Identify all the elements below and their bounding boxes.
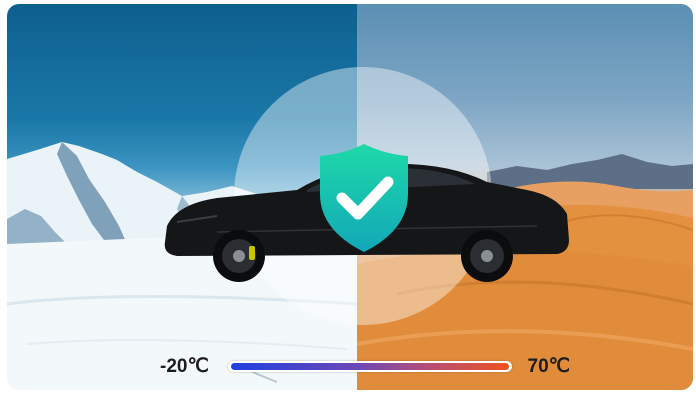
temperature-gradient-bar <box>228 361 512 372</box>
temperature-gradient-fill <box>231 363 509 370</box>
temperature-range: -20℃ 70℃ <box>160 352 570 382</box>
temperature-min-label: -20℃ <box>160 356 209 377</box>
shield-check-icon <box>320 144 408 252</box>
promo-banner: -20℃ 70℃ <box>7 4 693 390</box>
temperature-max-label: 70℃ <box>527 356 570 377</box>
